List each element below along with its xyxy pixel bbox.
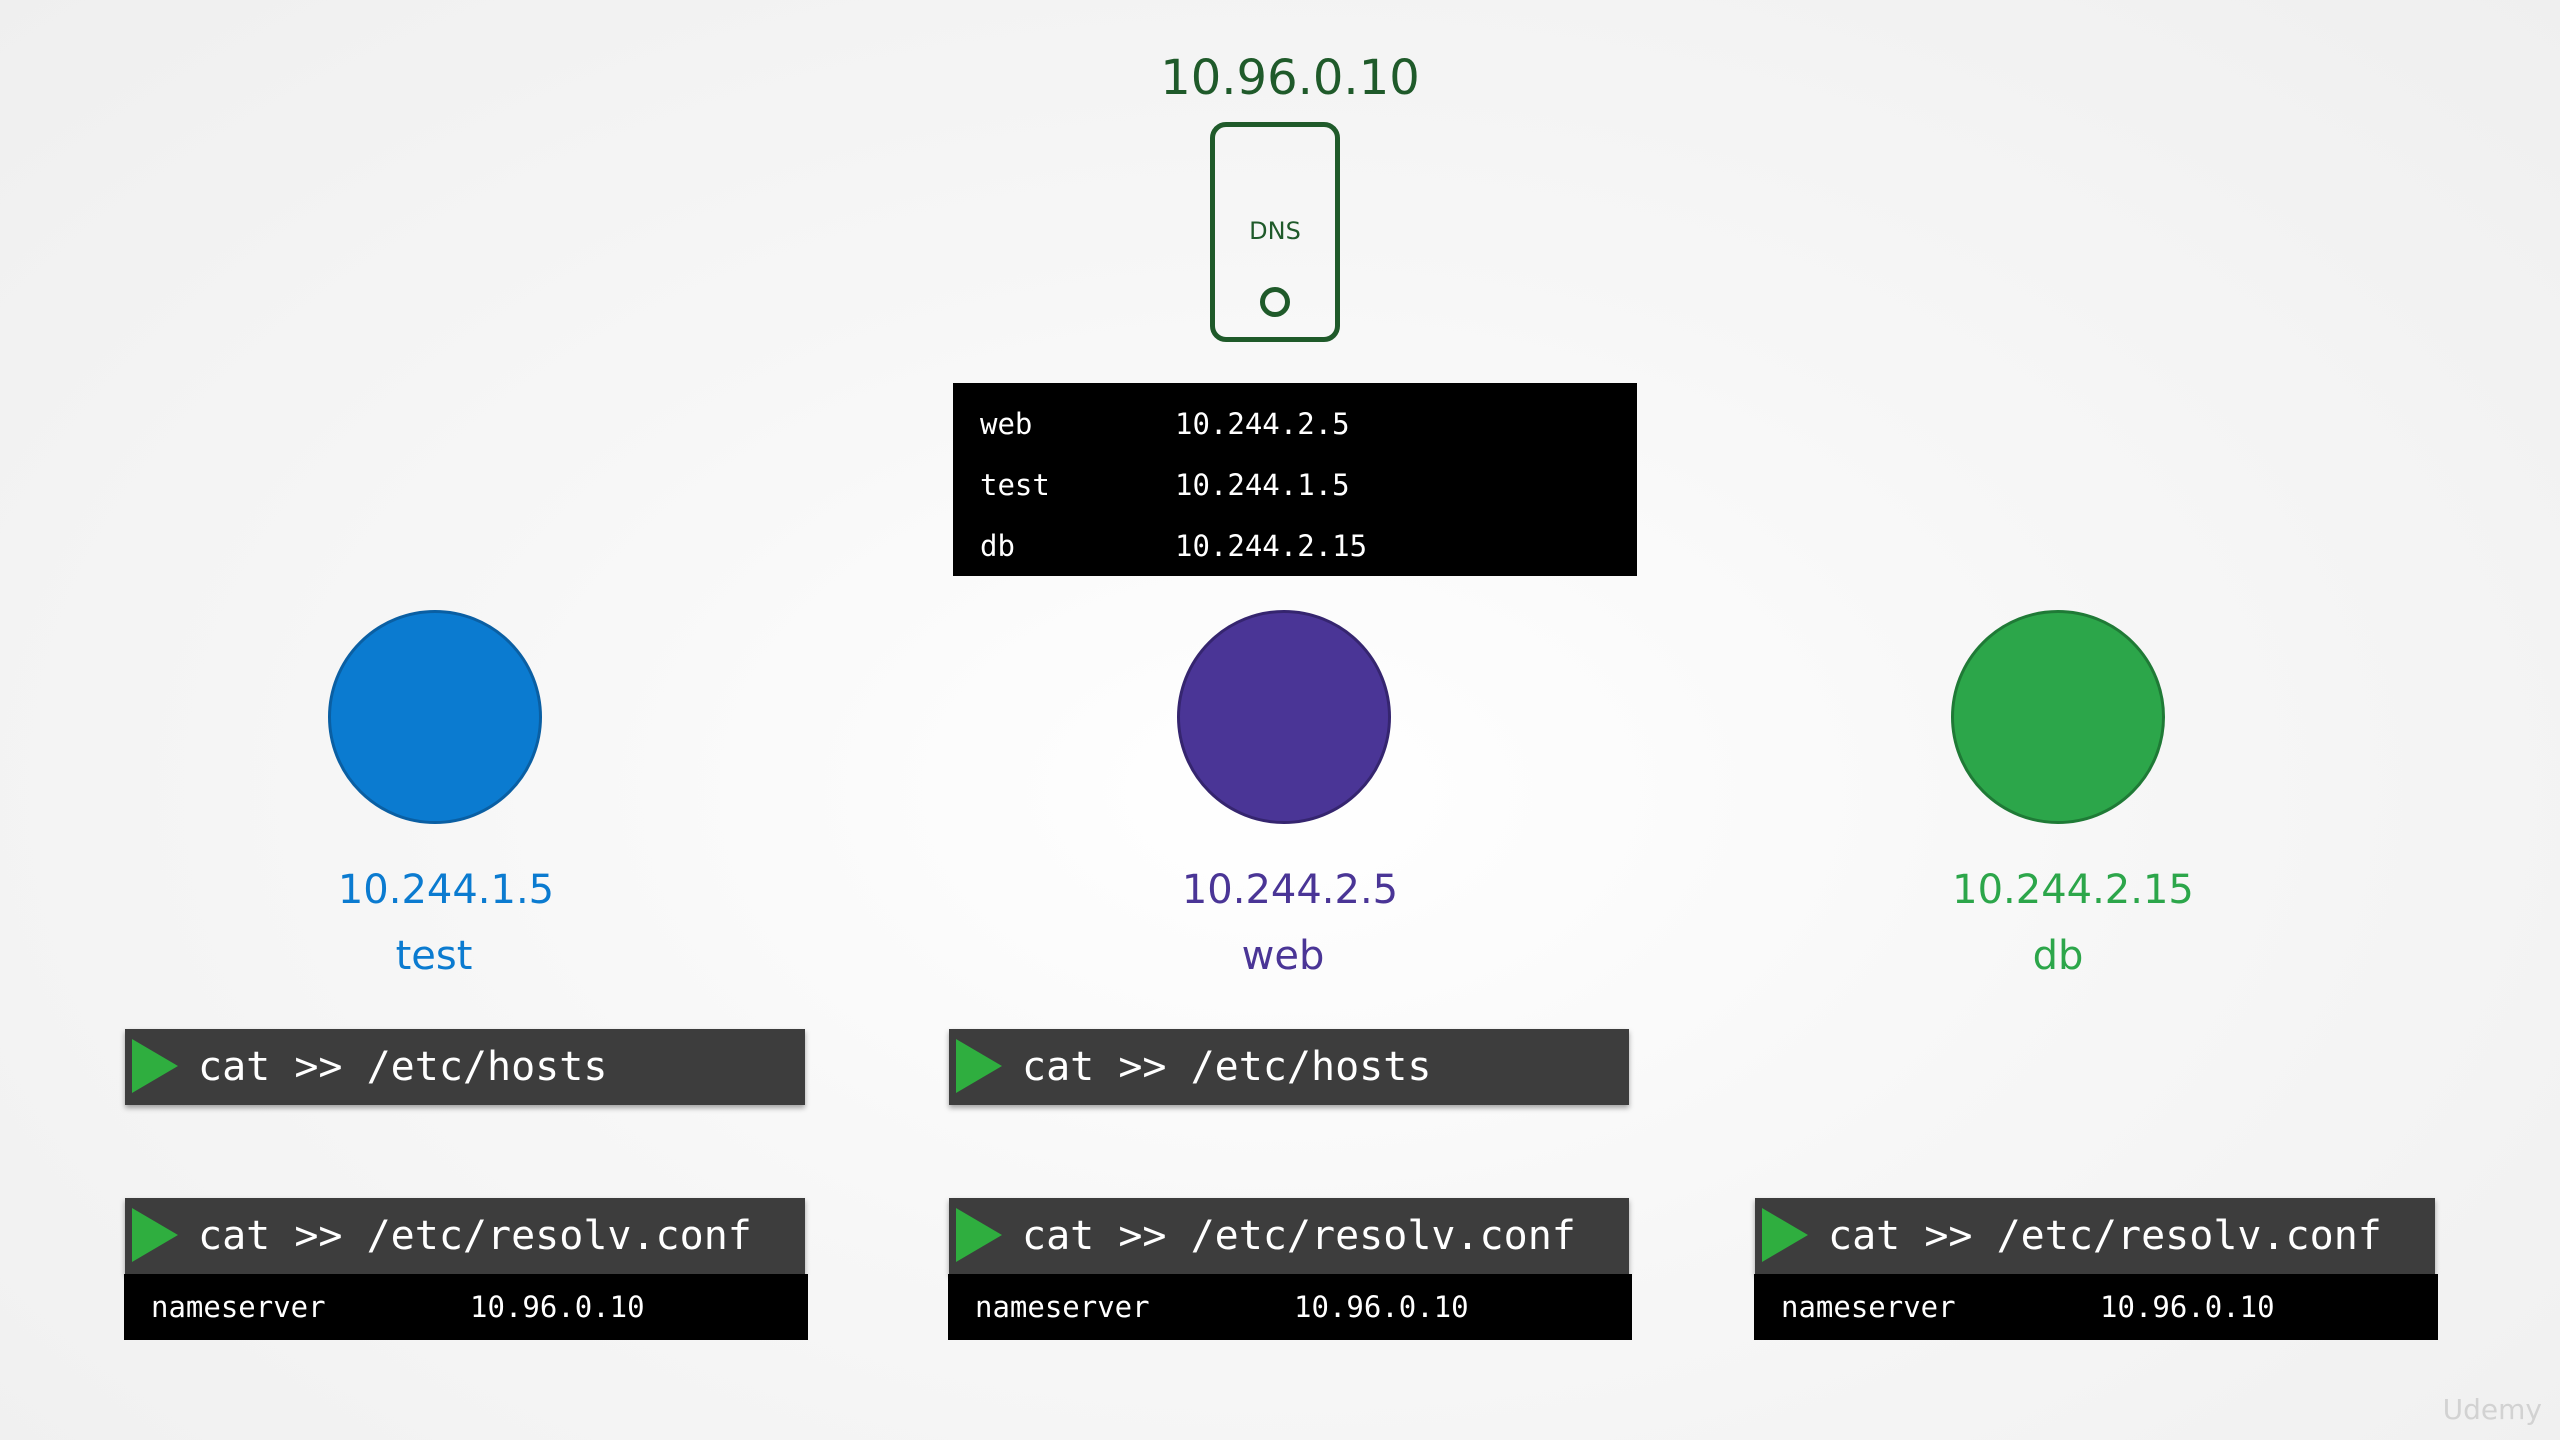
pod-test-circle (328, 610, 542, 824)
resolv-command-test: cat >> /etc/resolv.conf (125, 1198, 805, 1274)
dns-record-row: db 10.244.2.15 (953, 517, 1637, 578)
resolv-value: 10.96.0.10 (470, 1290, 645, 1324)
play-icon (1762, 1208, 1808, 1262)
pod-test-name: test (395, 933, 473, 979)
resolv-value: 10.96.0.10 (1294, 1290, 1469, 1324)
dns-label: DNS (1249, 217, 1301, 245)
resolv-command-web: cat >> /etc/resolv.conf (949, 1198, 1629, 1274)
command-text: cat >> /etc/resolv.conf (1022, 1213, 1576, 1259)
dns-records-table: web 10.244.2.5 test 10.244.1.5 db 10.244… (953, 383, 1637, 576)
resolv-value: 10.96.0.10 (2100, 1290, 2275, 1324)
play-icon (956, 1208, 1002, 1262)
command-text: cat >> /etc/hosts (198, 1044, 608, 1090)
dns-server-icon: DNS (1210, 122, 1340, 342)
pod-web-circle (1177, 610, 1391, 824)
pod-test-ip: 10.244.1.5 (337, 867, 555, 913)
pod-web-ip: 10.244.2.5 (1181, 867, 1399, 913)
dns-record-name: test (980, 468, 1050, 502)
hosts-command-web: cat >> /etc/hosts (949, 1029, 1629, 1105)
dns-record-name: db (980, 529, 1015, 563)
pod-web-name: web (1241, 933, 1325, 979)
resolv-output-db: nameserver 10.96.0.10 (1754, 1274, 2438, 1340)
resolv-command-db: cat >> /etc/resolv.conf (1755, 1198, 2435, 1274)
dns-record-ip: 10.244.2.15 (1175, 529, 1368, 563)
watermark: Udemy (2442, 1393, 2542, 1426)
dns-server-dot (1260, 287, 1290, 317)
dns-record-ip: 10.244.2.5 (1175, 407, 1350, 441)
resolv-key: nameserver (151, 1290, 326, 1324)
resolv-key: nameserver (1781, 1290, 1956, 1324)
resolv-output-web: nameserver 10.96.0.10 (948, 1274, 1632, 1340)
resolv-output-test: nameserver 10.96.0.10 (124, 1274, 808, 1340)
play-icon (956, 1039, 1002, 1093)
play-icon (132, 1208, 178, 1262)
dns-record-row: web 10.244.2.5 (953, 395, 1637, 456)
dns-record-name: web (980, 407, 1033, 441)
pod-db-ip: 10.244.2.15 (1952, 867, 2194, 913)
hosts-command-test: cat >> /etc/hosts (125, 1029, 805, 1105)
pod-db-circle (1951, 610, 2165, 824)
command-text: cat >> /etc/hosts (1022, 1044, 1432, 1090)
command-text: cat >> /etc/resolv.conf (1828, 1213, 2382, 1259)
pod-db-name: db (2032, 933, 2084, 979)
resolv-key: nameserver (975, 1290, 1150, 1324)
dns-ip: 10.96.0.10 (1160, 50, 1420, 106)
play-icon (132, 1039, 178, 1093)
dns-record-row: test 10.244.1.5 (953, 456, 1637, 517)
dns-record-ip: 10.244.1.5 (1175, 468, 1350, 502)
command-text: cat >> /etc/resolv.conf (198, 1213, 752, 1259)
